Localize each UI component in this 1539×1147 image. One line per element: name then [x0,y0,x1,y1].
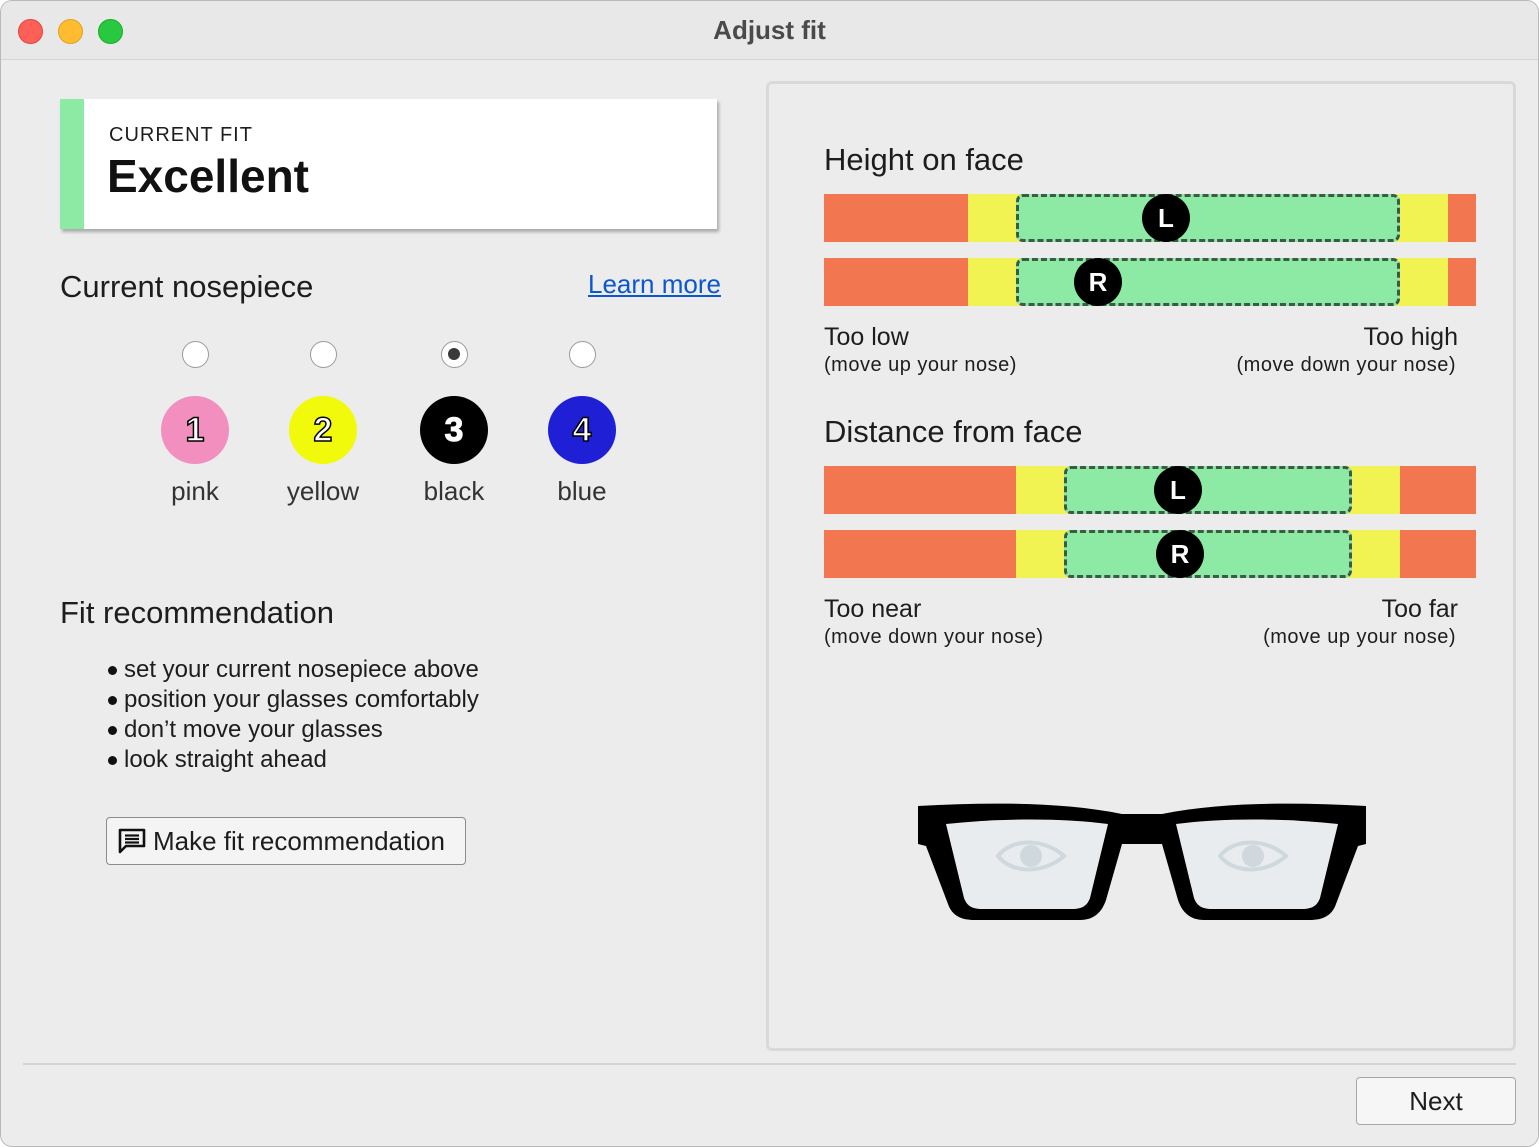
window-title: Adjust fit [713,15,826,45]
height-right-marker: R [1074,258,1122,306]
too-high-label: Too high [1363,323,1458,351]
distance-bar-near-zone [824,466,1016,514]
distance-bar-ideal-zone [1064,466,1352,514]
distance-title: Distance from face [824,414,1083,449]
too-near-label: Too near [824,595,922,623]
current-fit-value: Excellent [107,150,309,202]
recommendation-steps: set your current nosepiece above positio… [106,655,479,775]
too-far-label: Too far [1381,595,1458,623]
recommendation-step: position your glasses comfortably [106,685,479,715]
distance-bar-far-zone [1400,466,1476,514]
comment-icon [118,828,146,854]
title-bar: Adjust fit [1,1,1538,60]
height-bar-ideal-zone [1016,194,1400,242]
distance-bar-left: L [824,466,1476,514]
too-near-hint: (move down your nose) [824,626,1044,648]
height-title: Height on face [824,142,1024,177]
height-bar-left: L [824,194,1476,242]
current-fit-label: CURRENT FIT [109,124,253,146]
nosepiece-option-yellow[interactable]: 2 yellow [273,341,373,507]
too-low-hint: (move up your nose) [824,354,1017,376]
current-fit-card: CURRENT FIT Excellent [60,99,717,229]
recommendation-step: don’t move your glasses [106,715,479,745]
distance-left-marker: L [1154,466,1202,514]
nosepiece-option-blue[interactable]: 4 blue [532,341,632,507]
make-fit-recommendation-label: Make fit recommendation [153,825,445,856]
nosepiece-swatch-1[interactable]: 1 [161,396,229,464]
nosepiece-swatch-4[interactable]: 4 [548,396,616,464]
height-left-marker: L [1142,194,1190,242]
footer-divider [23,1063,1516,1065]
too-far-hint: (move up your nose) [1263,626,1456,648]
height-bar-high-zone [1448,194,1476,242]
make-fit-recommendation-button[interactable]: Make fit recommendation [106,817,466,865]
height-bar-low-zone [824,194,968,242]
adjust-fit-window: Adjust fit CURRENT FIT Excellent Current… [0,0,1539,1147]
height-bar-low-zone [824,258,968,306]
distance-bar-far-zone [1400,530,1476,578]
nosepiece-radio-4[interactable] [568,341,596,368]
nosepiece-name-2: yellow [286,476,360,506]
nosepiece-name-1: pink [171,476,219,506]
recommendation-step: look straight ahead [106,745,479,775]
nosepiece-swatch-3[interactable]: 3 [420,396,488,464]
nosepiece-option-black[interactable]: 3 black [404,341,504,507]
nosepiece-name-3: black [423,476,485,506]
distance-bar-right: R [824,530,1476,578]
nosepiece-option-pink[interactable]: 1 pink [145,341,245,507]
nosepiece-title: Current nosepiece [60,269,314,304]
nosepiece-radio-3[interactable] [440,341,468,368]
height-bar-right: R [824,258,1476,306]
fit-recommendation-title: Fit recommendation [60,595,334,630]
too-low-label: Too low [824,323,909,351]
next-button[interactable]: Next [1356,1077,1516,1125]
learn-more-link[interactable]: Learn more [588,269,721,300]
glasses-illustration [918,803,1366,920]
nosepiece-radio-1[interactable] [181,341,209,368]
nosepiece-radio-2[interactable] [309,341,337,368]
too-high-hint: (move down your nose) [1236,354,1456,376]
nosepiece-name-4: blue [557,476,607,506]
recommendation-step: set your current nosepiece above [106,655,479,685]
distance-right-marker: R [1156,530,1204,578]
distance-bar-near-zone [824,530,1016,578]
fit-indicator-panel: Height on face L R Too low (move up your… [766,81,1516,1051]
nosepiece-swatch-2[interactable]: 2 [289,396,357,464]
height-bar-high-zone [1448,258,1476,306]
distance-bar-ideal-zone [1064,530,1352,578]
